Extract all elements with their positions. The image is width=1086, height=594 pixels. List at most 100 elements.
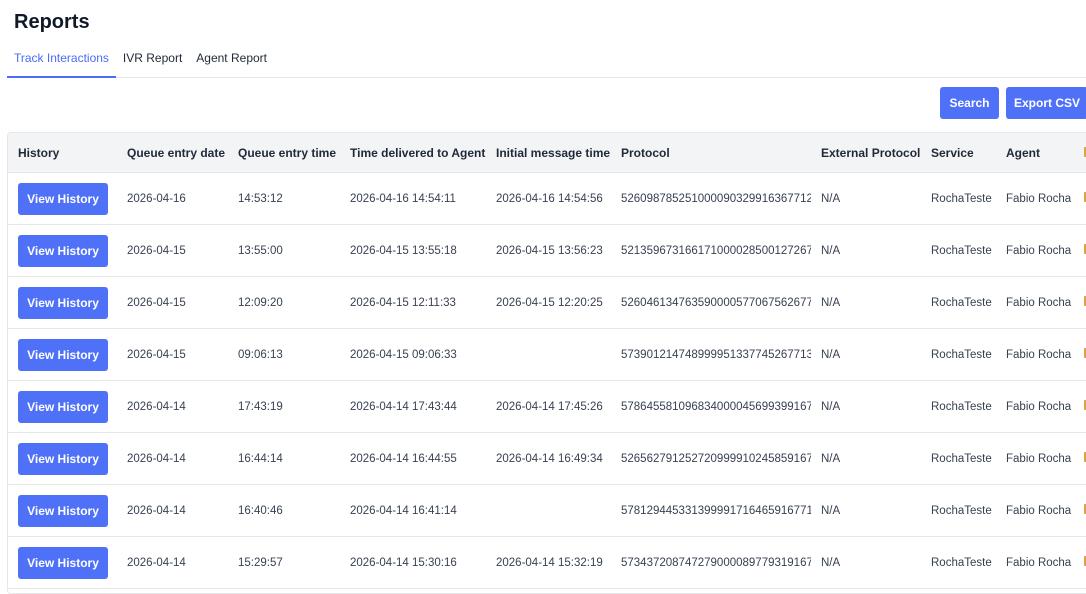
- cell-queue-entry-time: 14:53:12: [228, 172, 340, 225]
- cell-queue-entry-time: 15:29:57: [228, 536, 340, 589]
- table-row: View History 2026-04-15 09:06:13 2026-04-15…: [8, 328, 1086, 381]
- cell-overflow: [1074, 276, 1086, 329]
- interactions-table: History Queue entry date Queue entry tim…: [8, 133, 1086, 589]
- cell-queue-entry-date: 2026-04-14: [117, 536, 228, 589]
- cell-initial-message-time: 2026-04-14 16:49:34: [486, 432, 611, 485]
- cell-time-delivered: 2026-04-14 16:44:55: [340, 432, 486, 485]
- cell-initial-message-time: [486, 328, 611, 381]
- export-csv-button[interactable]: Export CSV: [1006, 87, 1086, 119]
- cell-service: RochaTeste: [921, 432, 996, 485]
- view-history-button[interactable]: View History: [18, 338, 108, 371]
- cell-overflow: [1074, 172, 1086, 225]
- cell-service: RochaTeste: [921, 536, 996, 589]
- column-header-initial-message-time[interactable]: Initial message time: [486, 133, 611, 173]
- cell-service: RochaTeste: [921, 276, 996, 329]
- cell-history: View History: [8, 432, 117, 485]
- column-header-history: History: [8, 133, 117, 173]
- cell-agent: Fabio Rocha: [996, 172, 1074, 225]
- column-header-service[interactable]: Service: [921, 133, 996, 173]
- cell-queue-entry-date: 2026-04-15: [117, 224, 228, 277]
- cell-agent: Fabio Rocha: [996, 380, 1074, 433]
- cell-overflow: [1074, 536, 1086, 589]
- cell-agent: Fabio Rocha: [996, 276, 1074, 329]
- view-history-button[interactable]: View History: [18, 182, 108, 215]
- cell-queue-entry-date: 2026-04-16: [117, 172, 228, 225]
- table-row: View History 2026-04-14 15:29:57 2026-04-14…: [8, 536, 1086, 589]
- cell-external-protocol: N/A: [811, 328, 921, 381]
- column-header-queue-entry-date[interactable]: Queue entry date: [117, 133, 228, 173]
- cell-protocol: 526562791252720999910245859167: [611, 432, 811, 485]
- column-header-protocol[interactable]: Protocol: [611, 133, 811, 173]
- column-header-queue-entry-time[interactable]: Queue entry time: [228, 133, 340, 173]
- cell-time-delivered: 2026-04-15 13:55:18: [340, 224, 486, 277]
- cell-overflow: [1074, 432, 1086, 485]
- cell-protocol: 573901214748999951337745267713: [611, 328, 811, 381]
- cell-time-delivered: 2026-04-16 14:54:11: [340, 172, 486, 225]
- cell-history: View History: [8, 276, 117, 329]
- cell-external-protocol: N/A: [811, 536, 921, 589]
- cell-queue-entry-time: 16:44:14: [228, 432, 340, 485]
- cell-protocol: 526046134763590000577067562677: [611, 276, 811, 329]
- column-header-overflow: [1074, 133, 1086, 173]
- view-history-button[interactable]: View History: [18, 234, 108, 267]
- cell-external-protocol: N/A: [811, 172, 921, 225]
- cell-service: RochaTeste: [921, 484, 996, 537]
- cell-protocol: 578129445331399991716465916771: [611, 484, 811, 537]
- cell-agent: Fabio Rocha: [996, 536, 1074, 589]
- cell-service: RochaTeste: [921, 380, 996, 433]
- search-button[interactable]: Search: [940, 87, 999, 119]
- cell-agent: Fabio Rocha: [996, 224, 1074, 277]
- cell-queue-entry-time: 16:40:46: [228, 484, 340, 537]
- cell-protocol: 521359673166171000028500127267: [611, 224, 811, 277]
- cell-external-protocol: N/A: [811, 484, 921, 537]
- cell-protocol: 526098785251000090329916367712: [611, 172, 811, 225]
- view-history-button[interactable]: View History: [18, 390, 108, 423]
- cell-queue-entry-time: 13:55:00: [228, 224, 340, 277]
- cell-protocol: 573437208747279000089779319167: [611, 536, 811, 589]
- column-header-external-protocol[interactable]: External Protocol: [811, 133, 921, 173]
- cell-queue-entry-date: 2026-04-14: [117, 432, 228, 485]
- cell-history: View History: [8, 328, 117, 381]
- cell-time-delivered: 2026-04-14 17:43:44: [340, 380, 486, 433]
- cell-history: View History: [8, 536, 117, 589]
- cell-agent: Fabio Rocha: [996, 328, 1074, 381]
- table-row: View History 2026-04-15 12:09:20 2026-04-15…: [8, 276, 1086, 329]
- table-header-row: History Queue entry date Queue entry tim…: [8, 133, 1086, 173]
- report-tabs: Track Interactions IVR Report Agent Repo…: [7, 44, 1086, 78]
- cell-external-protocol: N/A: [811, 224, 921, 277]
- cell-agent: Fabio Rocha: [996, 432, 1074, 485]
- tab-agent-report[interactable]: Agent Report: [189, 44, 274, 76]
- cell-initial-message-time: 2026-04-14 17:45:26: [486, 380, 611, 433]
- table-row: View History 2026-04-14 16:40:46 2026-04-14…: [8, 484, 1086, 537]
- cell-time-delivered: 2026-04-14 16:41:14: [340, 484, 486, 537]
- cell-history: View History: [8, 172, 117, 225]
- table-row: View History 2026-04-14 16:44:14 2026-04-14…: [8, 432, 1086, 485]
- cell-time-delivered: 2026-04-14 15:30:16: [340, 536, 486, 589]
- view-history-button[interactable]: View History: [18, 286, 108, 319]
- cell-initial-message-time: 2026-04-14 15:32:19: [486, 536, 611, 589]
- view-history-button[interactable]: View History: [18, 546, 108, 579]
- table-row: View History 2026-04-15 13:55:00 2026-04-15…: [8, 224, 1086, 277]
- column-header-agent[interactable]: Agent: [996, 133, 1074, 173]
- interactions-table-container: History Queue entry date Queue entry tim…: [7, 132, 1086, 594]
- tab-track-interactions[interactable]: Track Interactions: [7, 44, 116, 78]
- cell-queue-entry-date: 2026-04-15: [117, 276, 228, 329]
- cell-initial-message-time: 2026-04-15 12:20:25: [486, 276, 611, 329]
- cell-time-delivered: 2026-04-15 12:11:33: [340, 276, 486, 329]
- cell-history: View History: [8, 484, 117, 537]
- cell-service: RochaTeste: [921, 224, 996, 277]
- cell-initial-message-time: 2026-04-16 14:54:56: [486, 172, 611, 225]
- table-row: View History 2026-04-14 17:43:19 2026-04-14…: [8, 380, 1086, 433]
- cell-time-delivered: 2026-04-15 09:06:33: [340, 328, 486, 381]
- cell-external-protocol: N/A: [811, 432, 921, 485]
- cell-queue-entry-date: 2026-04-15: [117, 328, 228, 381]
- cell-service: RochaTeste: [921, 328, 996, 381]
- page-title: Reports: [14, 11, 90, 33]
- view-history-button[interactable]: View History: [18, 442, 108, 475]
- view-history-button[interactable]: View History: [18, 494, 108, 527]
- cell-queue-entry-date: 2026-04-14: [117, 484, 228, 537]
- column-header-time-delivered[interactable]: Time delivered to Agent: [340, 133, 486, 173]
- table-row: View History 2026-04-16 14:53:12 2026-04-16…: [8, 172, 1086, 225]
- cell-queue-entry-time: 09:06:13: [228, 328, 340, 381]
- tab-ivr-report[interactable]: IVR Report: [116, 44, 189, 76]
